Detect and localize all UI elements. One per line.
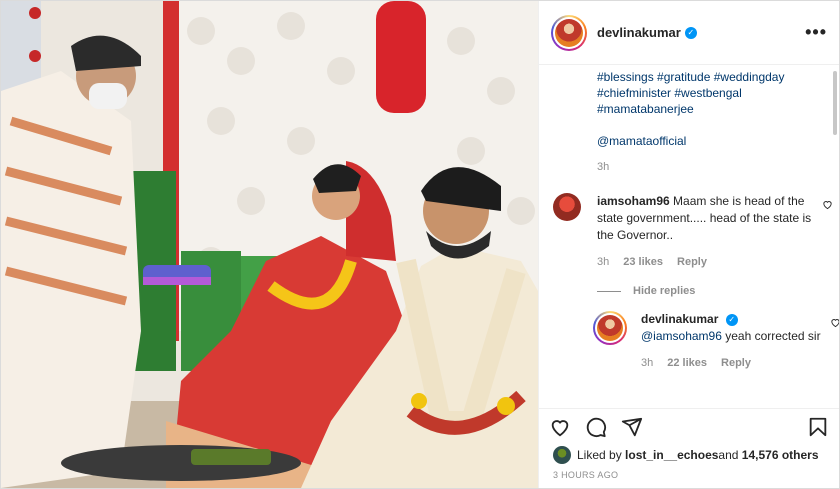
post-photo[interactable] — [1, 1, 538, 488]
reply-username[interactable]: devlinakumar — [641, 312, 718, 326]
caption-hashtags-1[interactable]: #blessings #gratitude #weddingday — [597, 69, 825, 85]
post-actions-bar — [539, 408, 839, 444]
reply-likes[interactable]: 22 likes — [667, 355, 707, 372]
post-caption: #blessings #gratitude #weddingday #chief… — [597, 65, 825, 175]
reply-avatar[interactable] — [593, 311, 627, 345]
more-icon[interactable]: ••• — [805, 22, 827, 43]
reply-like-heart-icon[interactable] — [830, 317, 839, 328]
likes-middle: and — [718, 448, 739, 462]
verified-icon: ✓ — [684, 26, 697, 39]
heart-icon[interactable] — [549, 416, 571, 438]
post-side-panel: devlinakumar ✓ ••• #blessings #gratitude… — [538, 1, 839, 488]
caption-mention[interactable]: @mamataofficial — [597, 133, 825, 149]
caption-hashtags-2[interactable]: #chiefminister #westbengal — [597, 85, 825, 101]
post-timestamp[interactable]: 3 HOURS AGO — [539, 466, 839, 488]
post-header: devlinakumar ✓ ••• — [539, 1, 839, 65]
reply-text: yeah corrected sir — [721, 329, 821, 343]
author-username[interactable]: devlinakumar — [597, 25, 681, 40]
wedding-photo-illustration — [1, 1, 538, 488]
liker-avatar[interactable] — [553, 446, 571, 464]
comment-item: iamsoham96 Maam she is head of the state… — [553, 193, 832, 271]
author-avatar[interactable] — [551, 14, 587, 51]
commenter-avatar[interactable] — [553, 193, 581, 221]
caption-time[interactable]: 3h — [597, 159, 609, 175]
author-avatar-image — [555, 18, 583, 47]
reply-time[interactable]: 3h — [641, 355, 653, 372]
hide-replies-label: Hide replies — [633, 285, 696, 297]
comments-scrollbar[interactable] — [833, 71, 837, 135]
reply-verified-icon: ✓ — [725, 313, 738, 326]
liker-username[interactable]: lost_in__echoes — [625, 448, 718, 462]
comments-section[interactable]: #blessings #gratitude #weddingday #chief… — [539, 65, 839, 408]
likes-summary: Liked by lost_in__echoes and 14,576 othe… — [539, 444, 839, 466]
comment-icon[interactable] — [585, 416, 607, 438]
bookmark-icon[interactable] — [807, 416, 829, 438]
comment-likes[interactable]: 23 likes — [623, 254, 663, 271]
likes-prefix: Liked by — [577, 448, 622, 462]
comment-reply-button[interactable]: Reply — [677, 254, 707, 271]
instagram-post-window: devlinakumar ✓ ••• #blessings #gratitude… — [0, 0, 840, 489]
comment-username[interactable]: iamsoham96 — [597, 194, 670, 208]
likes-others[interactable]: 14,576 others — [742, 448, 819, 462]
comment-like-heart-icon[interactable] — [822, 199, 833, 210]
comment-time[interactable]: 3h — [597, 254, 609, 271]
reply-reply-button[interactable]: Reply — [721, 355, 751, 372]
caption-hashtags-3[interactable]: #mamatabanerjee — [597, 101, 825, 117]
share-icon[interactable] — [621, 416, 643, 438]
reply-mention[interactable]: @iamsoham96 — [641, 329, 722, 343]
hide-replies-toggle[interactable]: Hide replies — [597, 285, 825, 297]
reply-item: devlinakumar ✓ @iamsoham96 yeah correcte… — [593, 311, 839, 372]
hide-replies-line — [597, 290, 621, 292]
reply-avatar-image — [597, 315, 623, 341]
